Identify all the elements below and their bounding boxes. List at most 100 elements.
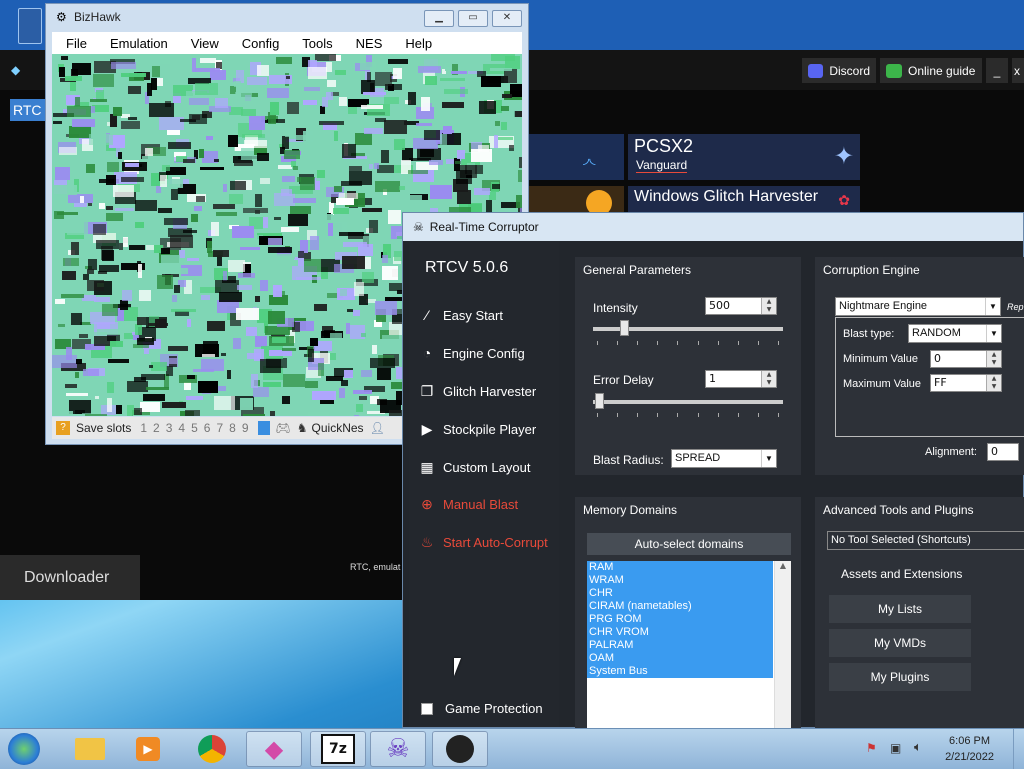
slot-5[interactable]: 5 <box>191 421 198 435</box>
play-icon: ▶ <box>421 421 433 437</box>
glitch-harvester-tile[interactable]: Windows Glitch Harvester ✿ <box>628 186 860 212</box>
layers-icon: ❐ <box>420 383 434 399</box>
intensity-ticks <box>597 341 779 345</box>
chrome-icon <box>198 735 226 763</box>
7zip-icon: 7z <box>321 734 355 764</box>
spinner-arrows-icon[interactable]: ▲ ▼ <box>986 375 1001 391</box>
my-lists-button[interactable]: My Lists <box>829 595 971 623</box>
nav-manual-blast[interactable]: ⊕ Manual Blast <box>419 496 518 513</box>
memory-domain-item[interactable]: System Bus <box>587 665 773 678</box>
rep-label: Rep <box>1007 302 1024 312</box>
menu-nes[interactable]: NES <box>342 36 392 51</box>
nav-glitch-harvester[interactable]: ❐ Glitch Harvester <box>419 383 536 400</box>
list-scrollbar[interactable]: ▲ <box>774 561 791 729</box>
memory-domain-item[interactable]: CHR VROM <box>587 626 773 639</box>
taskbar-media-player[interactable]: ▶ <box>120 731 176 767</box>
min-value-input[interactable]: 0 ▲ ▼ <box>930 350 1002 368</box>
intensity-label: Intensity <box>593 301 638 315</box>
memory-domain-item[interactable]: OAM <box>587 652 773 665</box>
pcsx2-tile[interactable]: PCSX2 Vanguard ✦ <box>628 134 860 180</box>
alignment-input[interactable]: 0 <box>987 443 1019 461</box>
menu-emulation[interactable]: Emulation <box>96 36 177 51</box>
max-value-input[interactable]: FF ▲ ▼ <box>930 374 1002 392</box>
discord-icon <box>808 63 824 78</box>
slot-1[interactable]: 1 <box>140 421 147 435</box>
nav-start-auto-corrupt[interactable]: ♨ Start Auto-Corrupt <box>419 534 548 551</box>
intensity-slider[interactable] <box>593 320 783 336</box>
menu-tools[interactable]: Tools <box>288 36 341 51</box>
bizhawk-close-button[interactable]: ✕ <box>492 10 522 27</box>
intensity-value: 500 <box>709 299 730 312</box>
slot-0-selected[interactable] <box>257 421 270 435</box>
downloader-tab[interactable]: Downloader <box>0 555 140 600</box>
menu-file[interactable]: File <box>52 36 96 51</box>
auto-select-domains-button[interactable]: Auto-select domains <box>587 533 791 555</box>
menu-config[interactable]: Config <box>228 36 289 51</box>
checkbox-box[interactable] <box>421 702 433 715</box>
rtc-tag[interactable]: RTC <box>10 99 48 121</box>
memory-domain-item[interactable]: WRAM <box>587 574 773 587</box>
rtcv-icon: ☠ <box>386 734 410 764</box>
blast-type-value: RANDOM <box>912 327 961 339</box>
discord-button[interactable]: Discord <box>802 58 876 83</box>
clock[interactable]: 6:06 PM 2/21/2022 <box>945 733 994 765</box>
launcher-minimize-button[interactable]: _ <box>986 58 1008 83</box>
my-vmds-button[interactable]: My VMDs <box>829 629 971 657</box>
memory-domain-item[interactable]: CHR <box>587 587 773 600</box>
blast-radius-select[interactable]: SPREAD ▼ <box>671 449 777 468</box>
bizhawk-minimize-button[interactable]: ▁ <box>424 10 454 27</box>
error-delay-input[interactable]: 1 ▲ ▼ <box>705 370 777 388</box>
error-delay-ticks <box>597 413 779 417</box>
nav-stockpile-player[interactable]: ▶ Stockpile Player <box>419 421 537 438</box>
taskbar-rtc-launcher[interactable]: ◆ <box>246 731 302 767</box>
memory-domain-item[interactable]: CIRAM (nametables) <box>587 600 773 613</box>
menu-view[interactable]: View <box>177 36 228 51</box>
taskbar-bizhawk[interactable] <box>432 731 488 767</box>
slot-3[interactable]: 3 <box>166 421 173 435</box>
spinner-arrows-icon[interactable]: ▲ ▼ <box>986 351 1001 367</box>
nav-custom-layout[interactable]: ▦ Custom Layout <box>419 459 530 476</box>
memory-domains-header: Memory Domains <box>583 503 678 517</box>
slot-2[interactable]: 2 <box>153 421 160 435</box>
dolphin-icon: ◞◟ <box>583 150 596 167</box>
taskbar-chrome[interactable] <box>184 731 240 767</box>
error-delay-slider-thumb[interactable] <box>595 393 604 409</box>
intensity-input[interactable]: 500 ▲ ▼ <box>705 297 777 315</box>
blast-type-select[interactable]: RANDOM ▼ <box>908 324 1002 343</box>
taskbar-7zip[interactable]: 7z <box>310 731 366 767</box>
tool-select[interactable]: No Tool Selected (Shortcuts) <box>827 531 1024 550</box>
memory-domains-list[interactable]: RAM WRAM CHR CIRAM (nametables) PRG ROM CHR V… <box>587 561 791 729</box>
core-icon: ♞ <box>296 421 308 435</box>
dolphin-tile[interactable]: ◞◟ <box>528 134 624 180</box>
memory-domain-item[interactable]: PRG ROM <box>587 613 773 626</box>
bizhawk-maximize-button[interactable]: ▭ <box>458 10 488 27</box>
slot-8[interactable]: 8 <box>229 421 236 435</box>
memory-domain-item[interactable]: PALRAM <box>587 639 773 652</box>
launcher-close-button[interactable]: x <box>1012 58 1024 83</box>
nav-easy-start[interactable]: ⁄ Easy Start <box>419 307 503 323</box>
spinner-arrows-icon[interactable]: ▲ ▼ <box>761 298 776 314</box>
taskbar-file-explorer[interactable] <box>62 731 118 767</box>
show-desktop-button[interactable] <box>1013 729 1024 769</box>
corruption-engine-header: Corruption Engine <box>823 263 920 277</box>
game-protection-checkbox[interactable]: Game Protection <box>419 701 543 716</box>
slot-4[interactable]: 4 <box>178 421 185 435</box>
minimize-glyph: _ <box>993 63 1001 78</box>
orange-tile[interactable] <box>528 186 624 216</box>
nav-engine-config[interactable]: ◔ Engine Config <box>419 345 525 361</box>
discord-label: Discord <box>829 63 870 78</box>
error-delay-slider[interactable] <box>593 393 783 409</box>
spinner-arrows-icon[interactable]: ▲ ▼ <box>761 371 776 387</box>
menu-help[interactable]: Help <box>391 36 441 51</box>
slot-7[interactable]: 7 <box>216 421 223 435</box>
my-plugins-button[interactable]: My Plugins <box>829 663 971 691</box>
online-guide-button[interactable]: Online guide <box>880 58 982 83</box>
slot-9[interactable]: 9 <box>242 421 249 435</box>
intensity-slider-thumb[interactable] <box>620 320 630 336</box>
wand-icon: ⁄ <box>425 307 429 323</box>
memory-domain-item[interactable]: RAM <box>587 561 773 574</box>
slot-6[interactable]: 6 <box>204 421 211 435</box>
start-button[interactable] <box>4 731 44 767</box>
engine-select[interactable]: Nightmare Engine ▼ <box>835 297 1001 316</box>
taskbar-rtcv[interactable]: ☠ <box>370 731 426 767</box>
